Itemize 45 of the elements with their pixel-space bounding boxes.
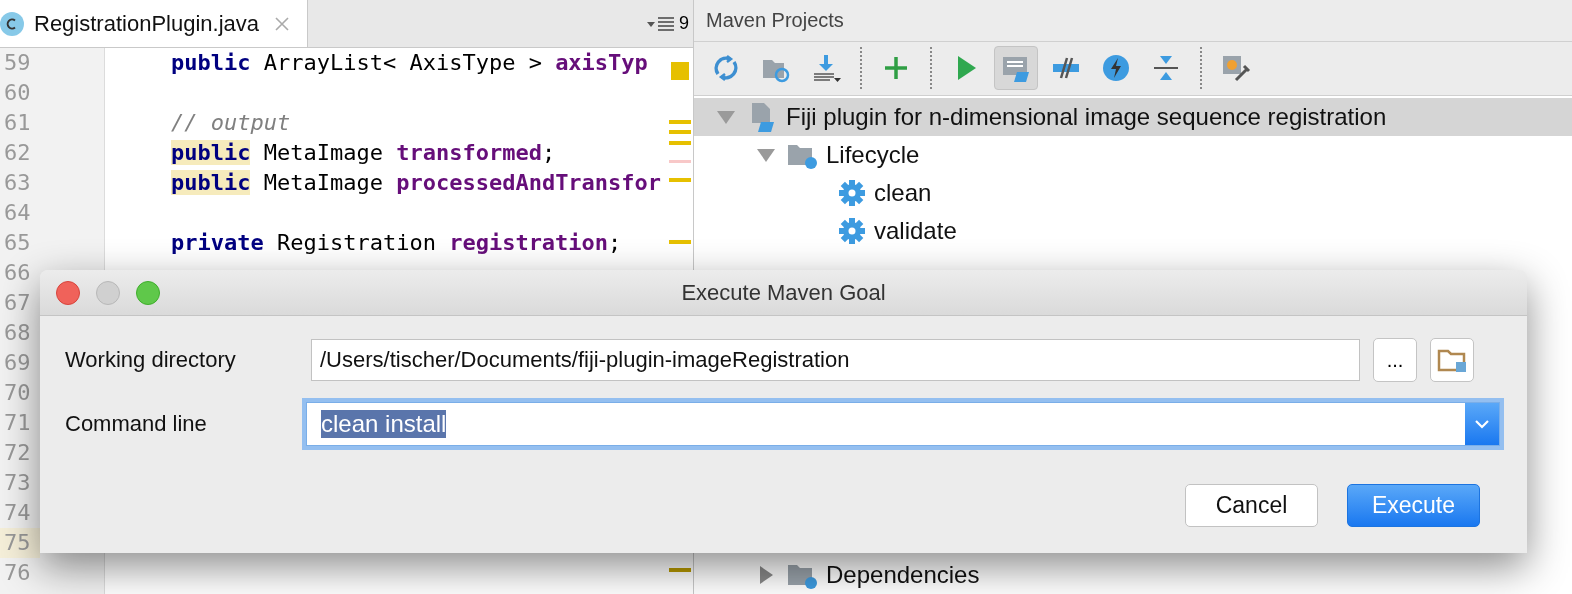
editor-tab[interactable]: RegistrationPlugin.java [0, 0, 309, 47]
field-label: Working directory [65, 347, 237, 373]
close-icon[interactable] [275, 16, 290, 31]
tree-item[interactable]: Dependencies [826, 561, 980, 589]
line-number: 74 [3, 499, 32, 527]
line-number: 66 [3, 259, 32, 287]
list-icon[interactable] [647, 15, 677, 32]
code-line: public MetaImage transformed; [171, 140, 556, 165]
directory-field[interactable]: /Users/tischer/Documents/fiji-plugin-imageRegistration [311, 339, 1360, 381]
field-label: Command line [65, 411, 208, 437]
line-number: 67 [3, 289, 32, 317]
folder-button[interactable] [1430, 338, 1474, 382]
line-number: 70 [3, 379, 32, 407]
code-line: // output [171, 110, 291, 135]
close-window-button[interactable] [56, 280, 80, 305]
panel-title: Maven Projects [706, 8, 844, 32]
line-number: 65 [3, 229, 32, 257]
maven-goal-button[interactable] [994, 46, 1038, 91]
zoom-window-button[interactable] [136, 280, 160, 305]
line-number: 59 [3, 49, 32, 77]
code-line: private Registration registration; [171, 230, 622, 255]
line-number: 64 [3, 199, 32, 227]
line-number: 72 [3, 439, 32, 467]
dialog-title: Execute Maven Goal [681, 279, 886, 306]
class-icon [0, 11, 24, 36]
line-number: 76 [3, 559, 32, 587]
line-number: 69 [3, 349, 32, 377]
browse-button[interactable]: ... [1373, 338, 1417, 382]
cancel-button[interactable]: Cancel [1185, 484, 1318, 527]
line-number: 73 [3, 469, 32, 497]
code-line: public MetaImage processedAndTransfor [171, 170, 662, 195]
line-number: 63 [3, 169, 32, 197]
line-number: 71 [3, 409, 32, 437]
tree-item[interactable]: validate [874, 217, 957, 245]
code-line: public ArrayList< AxisType > axisTyp [171, 50, 648, 75]
line-number: 62 [3, 139, 32, 167]
tab-list-button[interactable]: 9 [647, 0, 693, 47]
line-number: 68 [3, 319, 32, 347]
tree-item[interactable]: clean [874, 179, 932, 207]
line-number: 75 [0, 528, 40, 558]
minimize-window-button[interactable] [96, 280, 120, 305]
folder-icon[interactable] [1437, 347, 1467, 373]
line-number: 60 [3, 79, 32, 107]
line-number: 61 [3, 109, 32, 137]
tree-item[interactable]: Lifecycle [826, 141, 920, 169]
